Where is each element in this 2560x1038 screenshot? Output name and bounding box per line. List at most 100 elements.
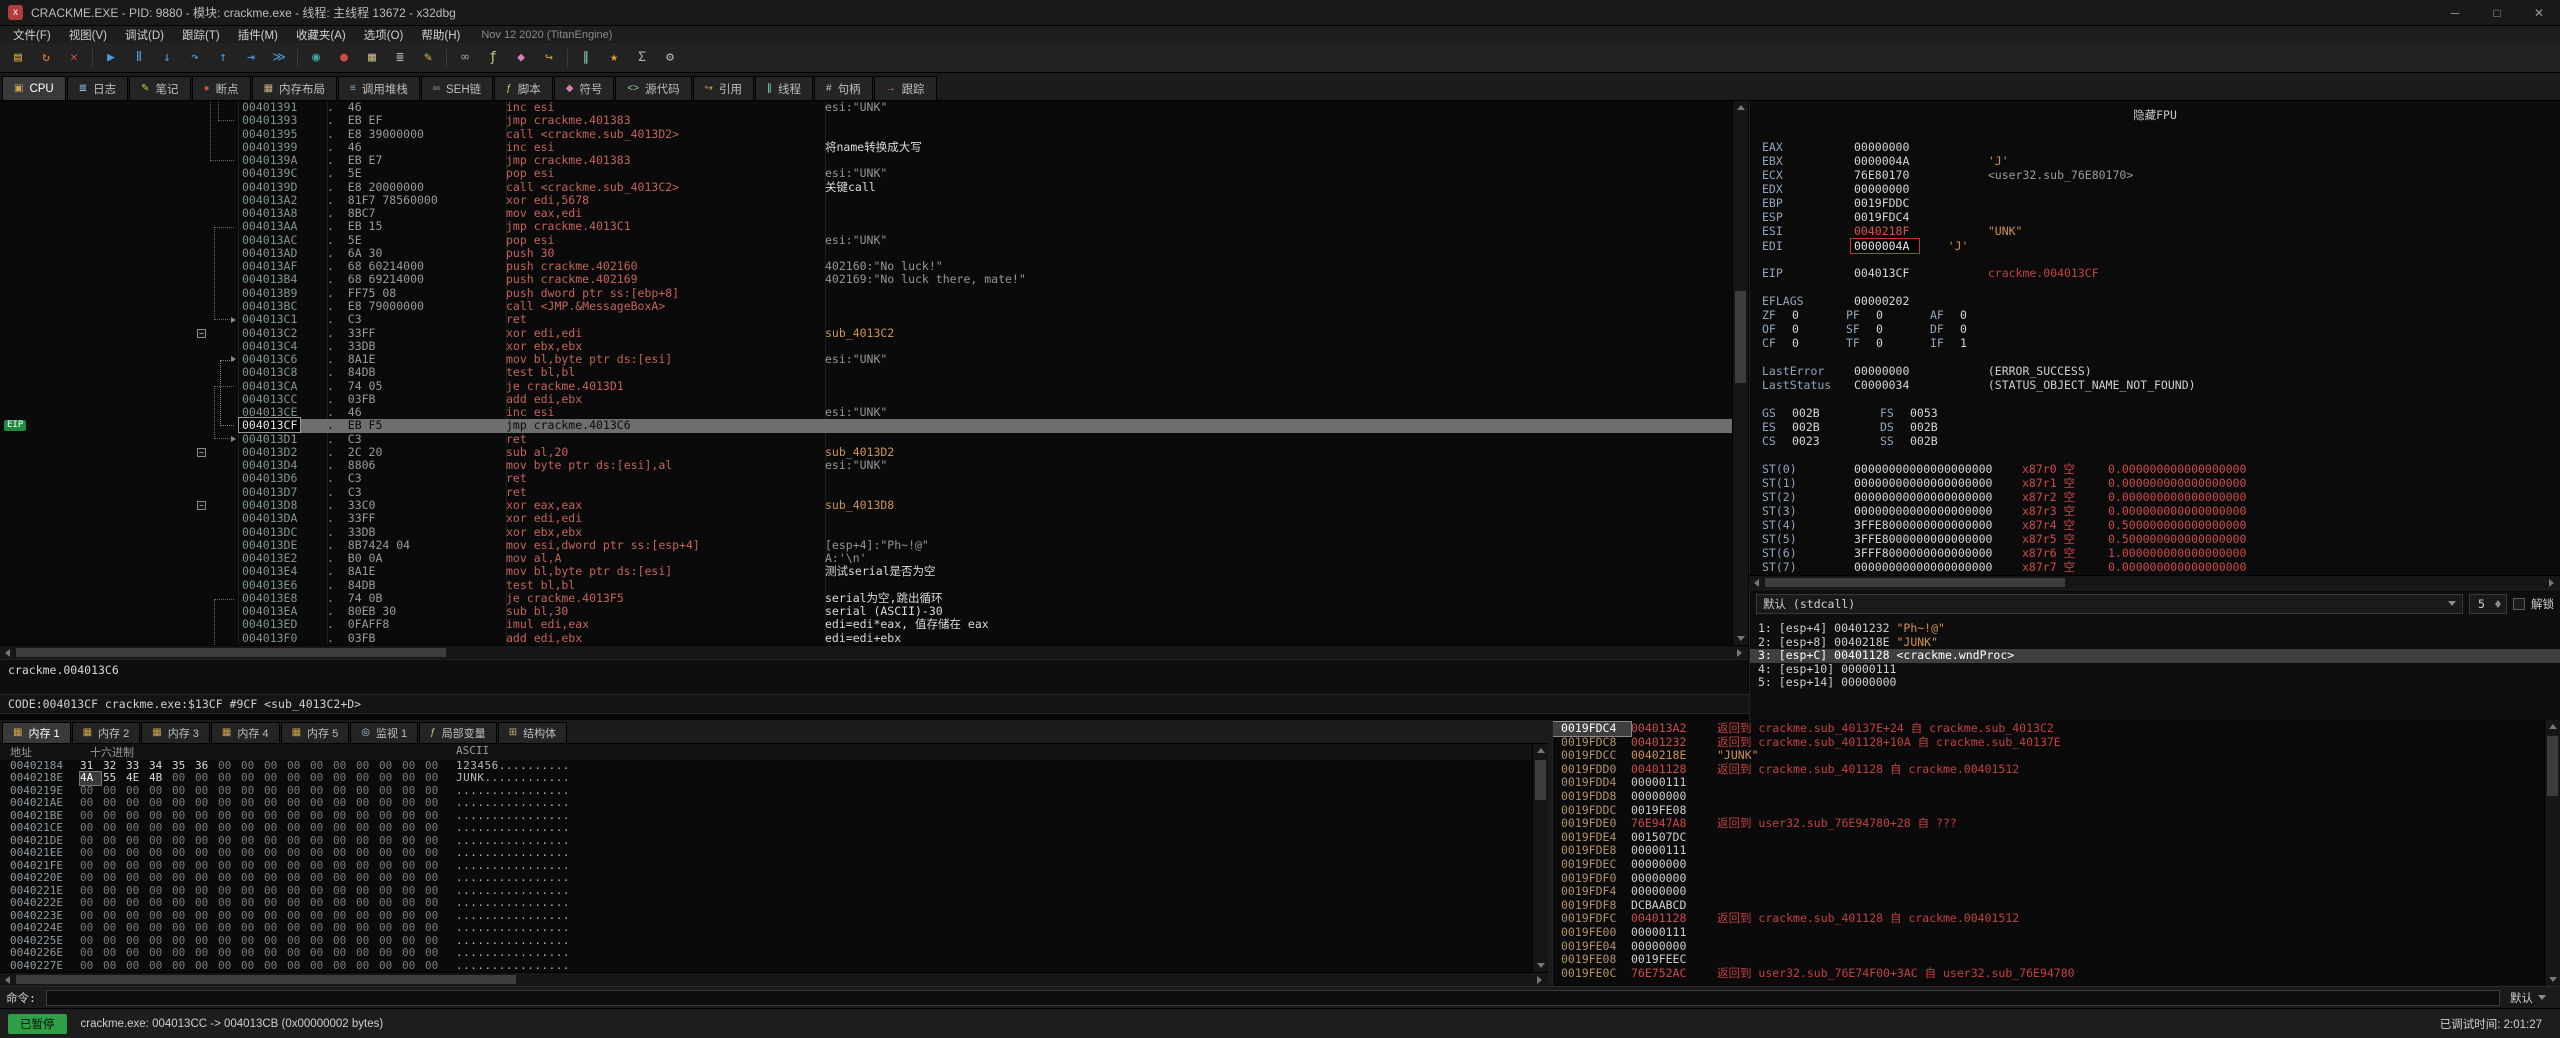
- run-to-user-code-icon[interactable]: ⇥: [237, 46, 265, 70]
- menu-item[interactable]: 跟踪(T): [173, 27, 229, 43]
- scroll-left-icon[interactable]: [0, 646, 16, 660]
- fold-toggle[interactable]: −: [197, 447, 206, 457]
- disasm-row[interactable]: − 004013D2 . 2C 20 sub al,20 sub_4013D2: [0, 445, 1732, 459]
- stack-vertical-scrollbar[interactable]: [2544, 720, 2560, 986]
- register-row[interactable]: ZF 0 PF 0 AF 0: [1762, 308, 2560, 322]
- disasm-row[interactable]: 004013DE . 8B7424 04 mov esi,dword ptr ss:…: [0, 538, 1732, 552]
- disasm-row[interactable]: 004013C6 . 8A1E mov bl,byte ptr ds:[esi] es…: [0, 352, 1732, 366]
- disasm-vertical-scrollbar[interactable]: [1732, 101, 1748, 645]
- scrollbar-thumb[interactable]: [1535, 760, 1546, 800]
- dump-row[interactable]: 0040227E 00 00 00 00 00 00 00 00 00 00 00 00 00 00 00 00…: [0, 959, 1532, 972]
- calling-convention-select[interactable]: 默认 (stdcall): [1756, 593, 2463, 614]
- register-row[interactable]: CF 0 TF 0 IF 1: [1762, 336, 2560, 350]
- disasm-row[interactable]: EIP 004013CF. EB F5 jmp crackme.4013C6: [0, 417, 1732, 434]
- tab-cpu[interactable]: ▣ CPU: [2, 76, 66, 100]
- breakpoints-icon[interactable]: ●: [330, 46, 358, 70]
- disasm-row[interactable]: 00401393 . EB EF jmp crackme.401383: [0, 113, 1732, 127]
- register-row[interactable]: ES 002B DS 002B: [1762, 420, 2560, 434]
- step-into-icon[interactable]: ↓: [153, 46, 181, 70]
- stack-row[interactable]: 0019FDF8 DCBAABCD: [1553, 898, 2544, 913]
- st-register-row[interactable]: ST(6) 3FFF8000000000000000 x87r6 空 1.000000…: [1762, 546, 2560, 560]
- argument-count-spinner[interactable]: 5: [2469, 593, 2507, 614]
- scrollbar-thumb[interactable]: [1735, 291, 1746, 383]
- st-register-row[interactable]: ST(4) 3FFE8000000000000000 x87r4 空 0.500000…: [1762, 518, 2560, 532]
- register-value[interactable]: 00000000: [1854, 182, 1974, 196]
- register-row[interactable]: EBP 0019FDDC: [1762, 196, 2560, 210]
- st-register-row[interactable]: ST(5) 3FFE8000000000000000 x87r5 空 0.500000…: [1762, 532, 2560, 546]
- stack-row[interactable]: 0019FDF4 00000000: [1553, 885, 2544, 899]
- references-icon[interactable]: ↪: [535, 46, 563, 70]
- stack-row[interactable]: 0019FDEC 00000000: [1553, 857, 2544, 872]
- register-row[interactable]: EDX 00000000: [1762, 182, 2560, 196]
- stack-row[interactable]: 0019FDC4 004013A2 返回到 crackme.sub_40137E+2…: [1553, 721, 2544, 737]
- register-value[interactable]: C0000034: [1854, 378, 1974, 392]
- registers-horizontal-scrollbar[interactable]: [1749, 575, 2560, 589]
- scroll-right-icon[interactable]: [1532, 973, 1548, 987]
- dump-row[interactable]: 0040222E 00 00 00 00 00 00 00 00 00 00 00 00 00 00 00 00…: [0, 896, 1532, 909]
- st-register-row[interactable]: ST(0) 00000000000000000000 x87r0 空 0.000000…: [1762, 462, 2560, 476]
- stack-row[interactable]: 0019FE04 00000000: [1553, 939, 2544, 954]
- dump-horizontal-scrollbar[interactable]: [0, 972, 1548, 986]
- st-register-row[interactable]: ST(3) 00000000000000000000 x87r3 空 0.000000…: [1762, 504, 2560, 518]
- dump-row[interactable]: 004021AE 00 00 00 00 00 00 00 00 00 00 00 00 00 00 00 00…: [0, 796, 1532, 809]
- argument-row[interactable]: 4: [esp+10] 00000111: [1750, 662, 2560, 677]
- log-icon[interactable]: ≣: [386, 46, 414, 70]
- register-value[interactable]: 0000004A: [1854, 154, 1974, 168]
- scroll-right-icon[interactable]: [2544, 576, 2560, 590]
- tab-handles[interactable]: # 句柄: [814, 76, 873, 100]
- register-row[interactable]: EDI 0000004A 'J': [1762, 238, 2560, 254]
- disasm-row[interactable]: 004013EA . 80EB 30 sub bl,30 serial (ASCII)…: [0, 604, 1732, 618]
- dump-vertical-scrollbar[interactable]: [1532, 744, 1548, 972]
- disasm-row[interactable]: 004013E8 . 74 0B je crackme.4013F5 serial为空…: [0, 591, 1732, 605]
- unlock-checkbox[interactable]: [2513, 597, 2525, 610]
- menu-item[interactable]: 调试(D): [116, 27, 173, 43]
- tab-mem1[interactable]: ▦ 内存 1: [2, 722, 71, 743]
- disasm-row[interactable]: 004013C4 . 33DB xor ebx,ebx: [0, 339, 1732, 353]
- disasm-row[interactable]: 004013CC . 03FB add edi,ebx: [0, 392, 1732, 406]
- disasm-row[interactable]: 004013C1 . C3 ret: [0, 312, 1732, 326]
- minimize-button[interactable]: ─: [2434, 0, 2476, 26]
- dump-row[interactable]: 0040226E 00 00 00 00 00 00 00 00 00 00 00 00 00 00 00 00…: [0, 946, 1532, 959]
- disasm-row[interactable]: 004013DC . 33DB xor ebx,ebx: [0, 525, 1732, 539]
- stack-row[interactable]: 0019FE0C 76E752AC 返回到 user32.sub_76E74F00+…: [1553, 966, 2544, 981]
- memory-dump[interactable]: 00402184 31 32 33 34 35 36 00 00 00 00 00 00 00 00 00 00…: [0, 760, 1532, 972]
- tab-references[interactable]: ↪ 引用: [692, 76, 754, 100]
- scroll-up-icon[interactable]: [1533, 744, 1549, 758]
- register-row[interactable]: EBX 0000004A 'J': [1762, 154, 2560, 168]
- register-row[interactable]: EFLAGS 00000202: [1762, 294, 2560, 308]
- disasm-row[interactable]: 004013D1 . C3 ret: [0, 432, 1732, 446]
- tab-notes[interactable]: ✎ 笔记: [129, 76, 191, 100]
- st-register-row[interactable]: ST(7) 00000000000000000000 x87r7 空 0.000000…: [1762, 560, 2560, 574]
- register-value[interactable]: 0019FDC4: [1854, 210, 1974, 224]
- tab-call-stack[interactable]: ≡ 调用堆栈: [338, 76, 420, 100]
- register-row[interactable]: GS 002B FS 0053: [1762, 406, 2560, 420]
- stack-row[interactable]: 0019FDD8 00000000: [1553, 789, 2544, 804]
- tab-mem2[interactable]: ▦ 内存 2: [71, 722, 141, 743]
- tab-struct[interactable]: ⊞ 结构体: [497, 722, 568, 743]
- disasm-row[interactable]: 004013E4 . 8A1E mov bl,byte ptr ds:[esi] 测试…: [0, 565, 1732, 579]
- register-value[interactable]: 0040218F: [1854, 224, 1974, 238]
- script-icon[interactable]: ƒ: [479, 46, 507, 70]
- dump-row[interactable]: 0040220E 00 00 00 00 00 00 00 00 00 00 00 00 00 00 00 00…: [0, 871, 1532, 884]
- argument-row[interactable]: 5: [esp+14] 00000000: [1750, 675, 2560, 690]
- calculator-icon[interactable]: Σ: [628, 46, 656, 70]
- tab-script[interactable]: ƒ 脚本: [494, 76, 553, 100]
- register-row[interactable]: OF 0 SF 0 DF 0: [1762, 322, 2560, 336]
- register-value[interactable]: 00000202: [1854, 294, 1974, 308]
- disasm-row[interactable]: 00401391 . 46 inc esi esi:"UNK": [0, 101, 1732, 114]
- disasm-row[interactable]: 004013E2 . B0 0A mov al,A A:'\n': [0, 551, 1732, 565]
- scroll-left-icon[interactable]: [0, 973, 16, 987]
- stack-row[interactable]: 0019FDC8 00401232 返回到 crackme.sub_401128+1…: [1553, 735, 2544, 750]
- scrollbar-thumb[interactable]: [16, 648, 446, 657]
- scrollbar-thumb[interactable]: [16, 975, 516, 984]
- disasm-row[interactable]: 004013AC . 5E pop esi esi:"UNK": [0, 233, 1732, 247]
- stack-row[interactable]: 0019FDE8 00000111: [1553, 844, 2544, 858]
- tab-threads[interactable]: ∥ 线程: [755, 76, 813, 100]
- tab-watch1[interactable]: ◎ 监视 1: [350, 722, 419, 743]
- tab-trace[interactable]: → 跟踪: [873, 76, 937, 100]
- disasm-row[interactable]: 004013D6 . C3 ret: [0, 472, 1732, 486]
- disasm-row[interactable]: 004013F0 . 03FB add edi,ebx edi=edi+ebx: [0, 631, 1732, 645]
- fold-toggle[interactable]: −: [197, 328, 206, 338]
- register-row[interactable]: ESI 0040218F "UNK": [1762, 224, 2560, 238]
- stack-row[interactable]: 0019FE00 00000111: [1553, 925, 2544, 940]
